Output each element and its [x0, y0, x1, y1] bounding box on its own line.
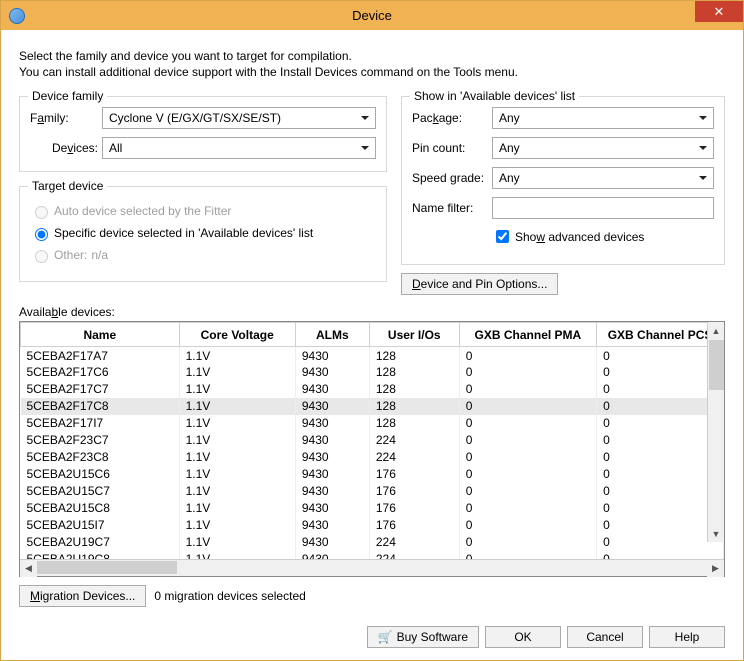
- radio-specific-input[interactable]: [35, 228, 48, 241]
- table-row[interactable]: 5CEBA2F17I71.1V943012800: [21, 415, 724, 432]
- cancel-button[interactable]: Cancel: [567, 626, 643, 648]
- chevron-down-icon: [357, 140, 373, 156]
- table-row[interactable]: 5CEBA2F17A71.1V943012800: [21, 347, 724, 364]
- window-title: Device: [1, 8, 743, 23]
- table-row[interactable]: 5CEBA2F23C71.1V943022400: [21, 432, 724, 449]
- show-advanced-checkbox[interactable]: [496, 230, 509, 243]
- table-header-row: Name Core Voltage ALMs User I/Os GXB Cha…: [21, 323, 724, 347]
- ok-button[interactable]: OK: [485, 626, 561, 648]
- intro-text: Select the family and device you want to…: [19, 48, 725, 80]
- speed-select[interactable]: Any: [492, 167, 714, 189]
- scroll-left-icon[interactable]: ◀: [20, 560, 37, 577]
- device-pin-options-button[interactable]: Device and Pin Options...: [401, 273, 558, 295]
- radio-specific[interactable]: Specific device selected in 'Available d…: [30, 225, 376, 241]
- horizontal-scrollbar[interactable]: ◀ ▶: [20, 559, 724, 576]
- table-row[interactable]: 5CEBA2U15C71.1V943017600: [21, 483, 724, 500]
- scroll-thumb[interactable]: [709, 340, 724, 390]
- pincount-label: Pin count:: [412, 141, 492, 155]
- scroll-right-icon[interactable]: ▶: [707, 560, 724, 577]
- device-dialog: Device ✕ Select the family and device yo…: [0, 0, 744, 661]
- show-in-list-group: Show in 'Available devices' list Package…: [401, 96, 725, 265]
- titlebar: Device ✕: [1, 1, 743, 30]
- show-advanced-check[interactable]: Show advanced devices: [492, 227, 714, 246]
- table-row[interactable]: 5CEBA2F17C71.1V943012800: [21, 381, 724, 398]
- radio-other: Other: n/a: [30, 247, 376, 263]
- col-gxb-pma[interactable]: GXB Channel PMA: [459, 323, 596, 347]
- intro-line1: Select the family and device you want to…: [19, 48, 725, 64]
- available-devices-label: Available devices:: [19, 305, 725, 319]
- target-device-legend: Target device: [28, 179, 107, 193]
- table-row[interactable]: 5CEBA2U19C71.1V943022400: [21, 534, 724, 551]
- col-core-voltage[interactable]: Core Voltage: [179, 323, 295, 347]
- migration-status: 0 migration devices selected: [154, 589, 305, 603]
- intro-line2: You can install additional device suppor…: [19, 64, 725, 80]
- dialog-footer: 🛒Buy Software OK Cancel Help: [19, 612, 725, 648]
- speed-label: Speed grade:: [412, 171, 492, 185]
- show-in-legend: Show in 'Available devices' list: [410, 89, 579, 103]
- name-filter-input[interactable]: [492, 197, 714, 219]
- table-row[interactable]: 5CEBA2U15C81.1V943017600: [21, 500, 724, 517]
- chevron-down-icon: [695, 140, 711, 156]
- buy-software-button[interactable]: 🛒Buy Software: [367, 626, 479, 648]
- col-gxb-pcs[interactable]: GXB Channel PCS: [597, 323, 724, 347]
- vertical-scrollbar[interactable]: ▲ ▼: [707, 322, 724, 542]
- col-name[interactable]: Name: [21, 323, 180, 347]
- filter-label: Name filter:: [412, 201, 492, 215]
- table-row[interactable]: 5CEBA2F17C61.1V943012800: [21, 364, 724, 381]
- family-label: Family:: [30, 111, 102, 125]
- radio-auto-input: [35, 206, 48, 219]
- radio-other-input: [35, 250, 48, 263]
- scroll-down-icon[interactable]: ▼: [708, 525, 725, 542]
- radio-auto: Auto device selected by the Fitter: [30, 203, 376, 219]
- table-row[interactable]: 5CEBA2U15I71.1V943017600: [21, 517, 724, 534]
- table-row[interactable]: 5CEBA2U15C61.1V943017600: [21, 466, 724, 483]
- chevron-down-icon: [357, 110, 373, 126]
- hscroll-thumb[interactable]: [37, 561, 177, 574]
- family-value: Cyclone V (E/GX/GT/SX/SE/ST): [109, 111, 281, 125]
- table-row[interactable]: 5CEBA2F23C81.1V943022400: [21, 449, 724, 466]
- devices-select[interactable]: All: [102, 137, 376, 159]
- table-row[interactable]: 5CEBA2U19C81.1V943022400: [21, 551, 724, 560]
- family-select[interactable]: Cyclone V (E/GX/GT/SX/SE/ST): [102, 107, 376, 129]
- chevron-down-icon: [695, 110, 711, 126]
- cart-icon: 🛒: [378, 630, 393, 644]
- device-family-group: Device family Family: Cyclone V (E/GX/GT…: [19, 96, 387, 172]
- devices-value: All: [109, 141, 122, 155]
- col-user-ios[interactable]: User I/Os: [369, 323, 459, 347]
- scroll-up-icon[interactable]: ▲: [708, 322, 725, 339]
- target-device-group: Target device Auto device selected by th…: [19, 186, 387, 282]
- table-row[interactable]: 5CEBA2F17C81.1V943012800: [21, 398, 724, 415]
- devices-label: Devices:: [30, 141, 102, 155]
- col-alms[interactable]: ALMs: [295, 323, 369, 347]
- package-select[interactable]: Any: [492, 107, 714, 129]
- help-button[interactable]: Help: [649, 626, 725, 648]
- pincount-select[interactable]: Any: [492, 137, 714, 159]
- chevron-down-icon: [695, 170, 711, 186]
- package-label: Package:: [412, 111, 492, 125]
- device-family-legend: Device family: [28, 89, 107, 103]
- available-devices-table: Name Core Voltage ALMs User I/Os GXB Cha…: [19, 321, 725, 577]
- migration-devices-button[interactable]: Migration Devices...: [19, 585, 146, 607]
